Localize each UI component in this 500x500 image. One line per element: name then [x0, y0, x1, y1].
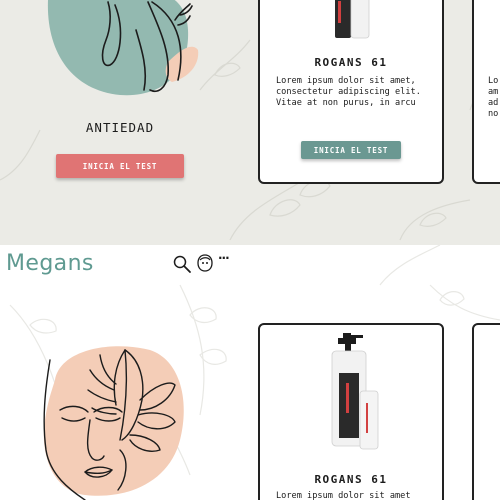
- product-card-partial[interactable]: Lo am ad no: [472, 0, 500, 184]
- product-description: Lorem ipsum dolor sit amet: [276, 491, 411, 500]
- face-icon[interactable]: [196, 253, 214, 273]
- product-bottle-image: [335, 0, 370, 39]
- search-icon[interactable]: [172, 254, 192, 274]
- start-test-button[interactable]: INICIA EL TEST: [56, 154, 184, 178]
- product-name: ROGANS 61: [314, 473, 388, 486]
- product-name: ROGANS 61: [314, 56, 388, 69]
- face-illustration-top: [47, 0, 199, 96]
- product-test-button[interactable]: INICIA EL TEST: [301, 141, 401, 159]
- face-illustration: [43, 346, 184, 500]
- product-card[interactable]: ROGANS 61 Lorem ipsum dolor sit amet: [258, 323, 444, 500]
- product-card[interactable]: ROGANS 61 Lorem ipsum dolor sit amet, co…: [258, 0, 444, 184]
- category-title: ANTIEDAD: [85, 120, 155, 135]
- partial-card-text: Lo am ad no: [488, 76, 499, 119]
- product-card-partial[interactable]: [472, 323, 500, 500]
- more-icon[interactable]: ···: [218, 251, 230, 265]
- screen-top: ANTIEDAD INICIA EL TEST ROGANS 61 Lorem …: [0, 0, 500, 245]
- product-bottle-image: [331, 333, 379, 450]
- brand-logo[interactable]: Megans: [6, 251, 94, 276]
- product-description: Lorem ipsum dolor sit amet, consectetur …: [276, 76, 421, 108]
- screen-bottom: Megans ··· ROGANS 61 Lorem ipsum dolor s…: [0, 245, 500, 500]
